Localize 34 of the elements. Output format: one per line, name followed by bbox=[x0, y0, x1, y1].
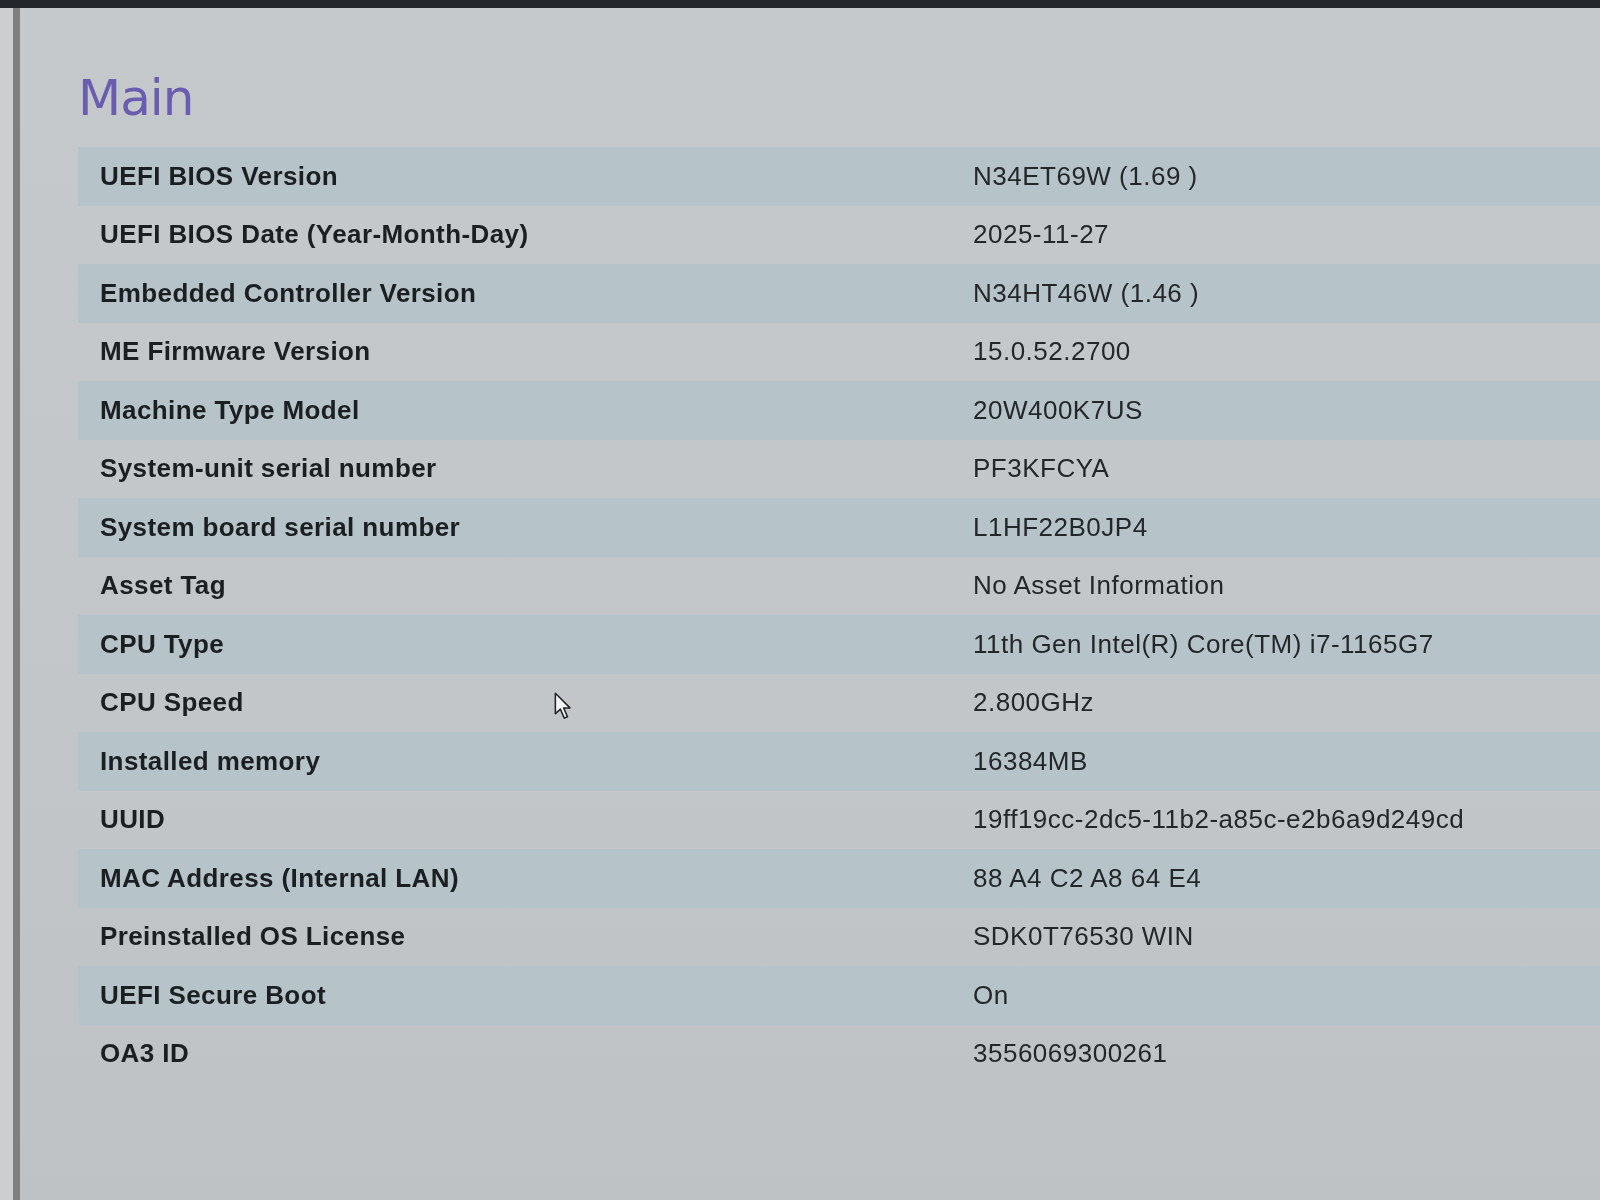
field-label: UEFI Secure Boot bbox=[100, 979, 326, 1011]
field-label: CPU Type bbox=[100, 628, 225, 660]
field-value: SDK0T76530 WIN bbox=[973, 921, 1194, 953]
field-label: UEFI BIOS Version bbox=[100, 160, 338, 192]
field-value: No Asset Information bbox=[973, 570, 1225, 602]
field-value: 3556069300261 bbox=[973, 1038, 1168, 1070]
field-value: 11th Gen Intel(R) Core(TM) i7-1165G7 bbox=[973, 628, 1434, 660]
field-label: System-unit serial number bbox=[100, 453, 437, 485]
field-label: Asset Tag bbox=[100, 570, 226, 602]
field-value: 2025-11-27 bbox=[973, 219, 1110, 251]
field-value: 15.0.52.2700 bbox=[973, 336, 1131, 368]
field-value: L1HF22B0JP4 bbox=[973, 511, 1148, 543]
field-value: N34HT46W (1.46 ) bbox=[973, 277, 1200, 309]
page-title: Main bbox=[78, 70, 194, 127]
field-value: 88 A4 C2 A8 64 E4 bbox=[973, 862, 1202, 894]
field-value: 2.800GHz bbox=[973, 687, 1095, 719]
field-label: System board serial number bbox=[100, 511, 461, 543]
field-label: CPU Speed bbox=[100, 687, 244, 719]
field-label: UUID bbox=[100, 804, 166, 836]
field-value: On bbox=[973, 979, 1009, 1011]
field-value: 20W400K7US bbox=[973, 394, 1143, 426]
field-label: OA3 ID bbox=[100, 1038, 190, 1070]
field-value: 16384MB bbox=[973, 745, 1088, 777]
field-value: 19ff19cc-2dc5-11b2-a85c-e2b6a9d249cd bbox=[973, 804, 1465, 836]
field-value: N34ET69W (1.69 ) bbox=[973, 160, 1198, 192]
field-label: Machine Type Model bbox=[100, 394, 360, 426]
field-label: UEFI BIOS Date (Year-Month-Day) bbox=[100, 219, 529, 251]
field-label: Preinstalled OS License bbox=[100, 921, 406, 953]
field-label: MAC Address (Internal LAN) bbox=[100, 862, 459, 894]
field-value: PF3KFCYA bbox=[973, 453, 1110, 485]
mouse-pointer-icon bbox=[554, 692, 572, 720]
field-label: ME Firmware Version bbox=[100, 336, 371, 368]
field-label: Installed memory bbox=[100, 745, 321, 777]
field-label: Embedded Controller Version bbox=[100, 277, 477, 309]
